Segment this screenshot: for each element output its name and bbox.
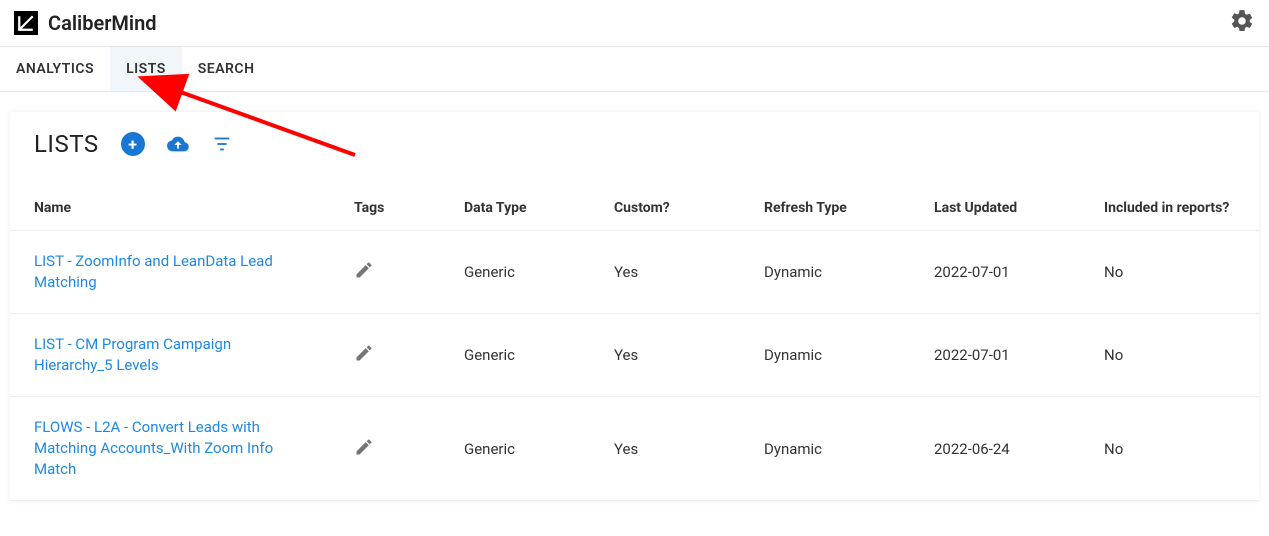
- topbar: CaliberMind: [0, 0, 1269, 47]
- col-custom[interactable]: Custom?: [590, 186, 740, 231]
- list-name-link[interactable]: LIST - CM Program Campaign Hierarchy_5 L…: [34, 334, 306, 376]
- cell-custom: Yes: [590, 231, 740, 314]
- col-tags[interactable]: Tags: [330, 186, 440, 231]
- table-row: LIST - CM Program Campaign Hierarchy_5 L…: [10, 314, 1259, 397]
- cell-last-updated: 2022-07-01: [910, 314, 1080, 397]
- table-header-row: Name Tags Data Type Custom? Refresh Type…: [10, 186, 1259, 231]
- content-area: LISTS +: [0, 92, 1269, 501]
- col-data-type[interactable]: Data Type: [440, 186, 590, 231]
- edit-tags-button[interactable]: [354, 266, 374, 284]
- edit-tags-button[interactable]: [354, 349, 374, 367]
- pencil-icon: [354, 260, 374, 280]
- pencil-icon: [354, 343, 374, 363]
- cell-data-type: Generic: [440, 231, 590, 314]
- upload-button[interactable]: [167, 133, 189, 155]
- plus-circle-icon: +: [121, 132, 145, 156]
- lists-table: Name Tags Data Type Custom? Refresh Type…: [10, 186, 1259, 501]
- cell-refresh-type: Dynamic: [740, 231, 910, 314]
- cell-data-type: Generic: [440, 397, 590, 501]
- col-refresh-type[interactable]: Refresh Type: [740, 186, 910, 231]
- edit-tags-button[interactable]: [354, 443, 374, 461]
- brand: CaliberMind: [14, 11, 157, 35]
- lists-panel: LISTS +: [10, 112, 1259, 501]
- cell-custom: Yes: [590, 314, 740, 397]
- tab-search[interactable]: SEARCH: [182, 47, 271, 91]
- cell-last-updated: 2022-06-24: [910, 397, 1080, 501]
- col-included[interactable]: Included in reports?: [1080, 186, 1259, 231]
- cell-last-updated: 2022-07-01: [910, 231, 1080, 314]
- filter-icon: [211, 133, 233, 155]
- panel-title: LISTS: [34, 130, 99, 158]
- col-last-updated[interactable]: Last Updated: [910, 186, 1080, 231]
- table-row: LIST - ZoomInfo and LeanData Lead Matchi…: [10, 231, 1259, 314]
- cell-included: No: [1080, 397, 1259, 501]
- cell-data-type: Generic: [440, 314, 590, 397]
- cell-included: No: [1080, 314, 1259, 397]
- cell-refresh-type: Dynamic: [740, 314, 910, 397]
- cell-included: No: [1080, 231, 1259, 314]
- add-list-button[interactable]: +: [121, 132, 145, 156]
- col-name[interactable]: Name: [10, 186, 330, 231]
- list-name-link[interactable]: FLOWS - L2A - Convert Leads with Matchin…: [34, 417, 306, 480]
- cell-custom: Yes: [590, 397, 740, 501]
- brand-name: CaliberMind: [48, 11, 157, 35]
- list-name-link[interactable]: LIST - ZoomInfo and LeanData Lead Matchi…: [34, 251, 306, 293]
- tab-lists[interactable]: LISTS: [110, 47, 182, 91]
- cell-refresh-type: Dynamic: [740, 397, 910, 501]
- filter-button[interactable]: [211, 133, 233, 155]
- table-row: FLOWS - L2A - Convert Leads with Matchin…: [10, 397, 1259, 501]
- tabbar: ANALYTICS LISTS SEARCH: [0, 47, 1269, 92]
- pencil-icon: [354, 437, 374, 457]
- tab-analytics[interactable]: ANALYTICS: [0, 47, 110, 91]
- settings-gear-icon[interactable]: [1229, 8, 1255, 38]
- cloud-upload-icon: [167, 133, 189, 155]
- brand-logo-icon: [14, 11, 38, 35]
- panel-header: LISTS +: [10, 130, 1259, 186]
